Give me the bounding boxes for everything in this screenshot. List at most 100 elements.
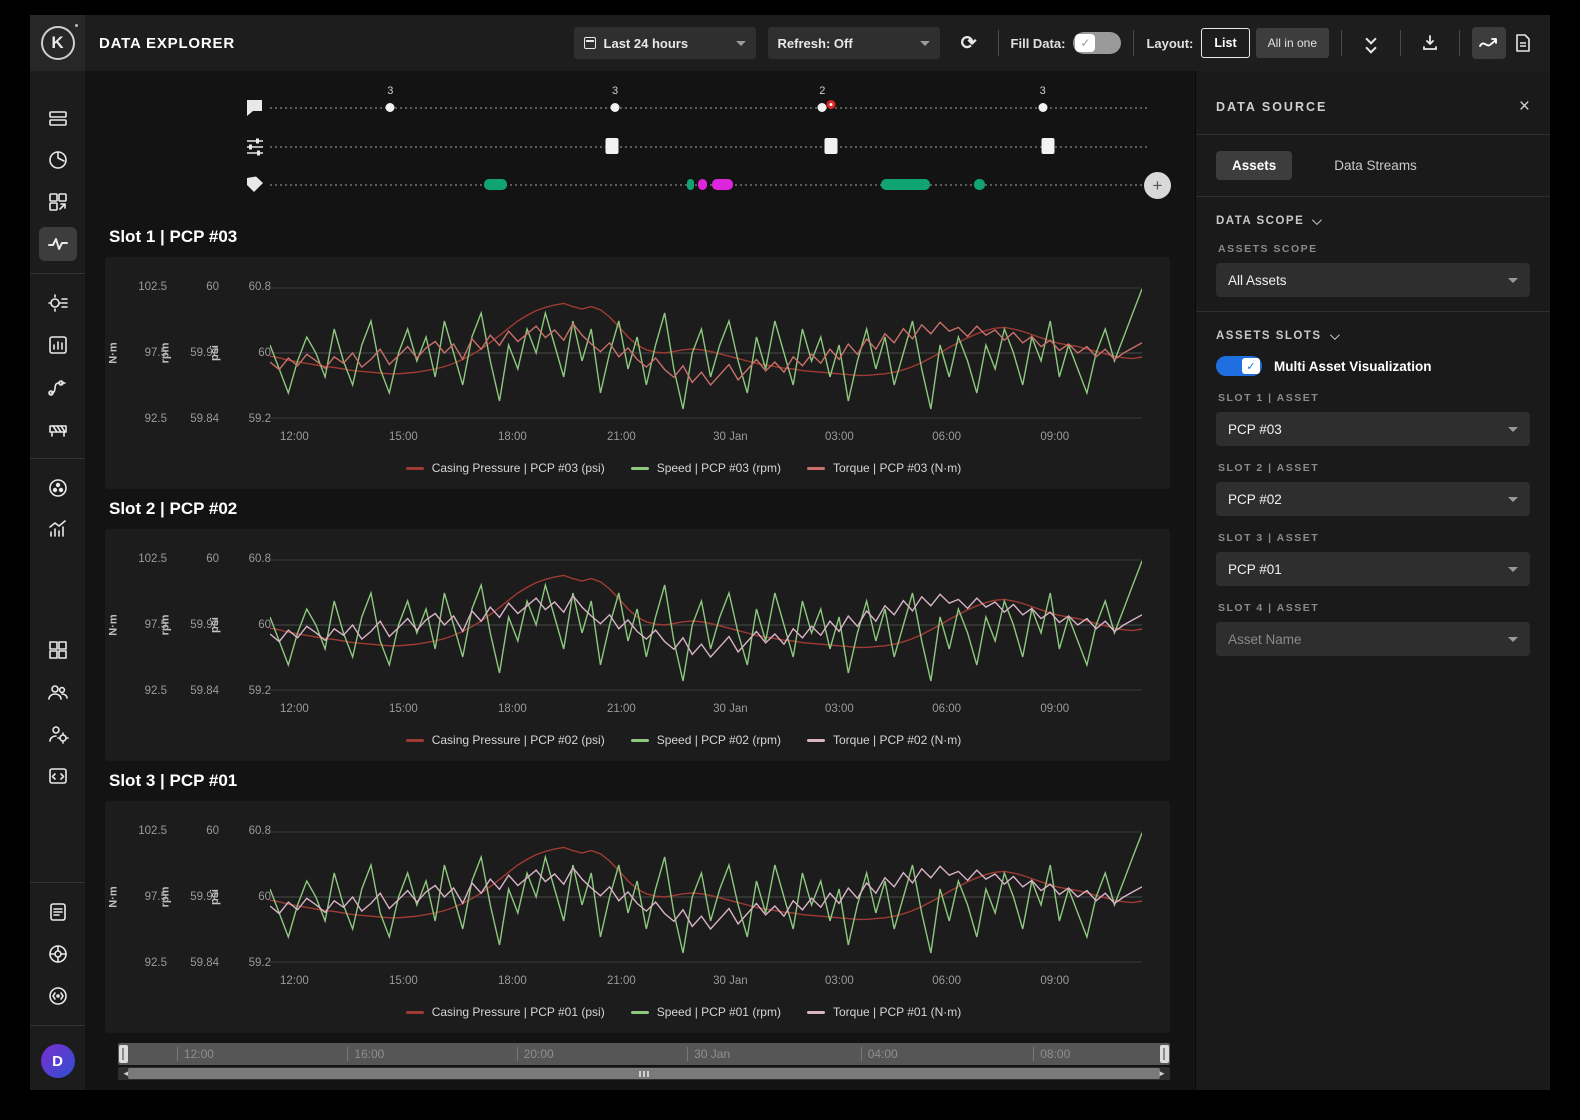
sidebar-item-docs[interactable]: [39, 895, 77, 929]
legend-item[interactable]: Torque | PCP #01 (N·m): [807, 1005, 961, 1019]
tag-segment[interactable]: [881, 179, 930, 190]
tags-icon: [245, 175, 264, 199]
legend-item[interactable]: Speed | PCP #01 (rpm): [631, 1005, 781, 1019]
refresh-select[interactable]: Refresh: Off: [768, 27, 940, 59]
timeline-track: [270, 184, 1148, 186]
range-band[interactable]: 12:0016:0020:0030 Jan04:0008:00: [118, 1043, 1170, 1065]
tag-segment[interactable]: [974, 179, 985, 190]
event-marker[interactable]: [386, 103, 395, 112]
sidebar-item-dashboards[interactable]: [39, 185, 77, 219]
assets-scope-select[interactable]: All Assets: [1216, 263, 1530, 297]
legend-label: Speed | PCP #03 (rpm): [657, 461, 781, 475]
download-button[interactable]: [1413, 27, 1447, 59]
sidebar-item-support[interactable]: [39, 937, 77, 971]
tab-assets[interactable]: Assets: [1216, 151, 1292, 180]
x-axis-labels: 12:0015:0018:0021:0030 Jan03:0006:0009:0…: [270, 969, 1142, 995]
sidebar-item-developer[interactable]: [39, 759, 77, 793]
legend-swatch: [406, 1011, 424, 1014]
legend-item[interactable]: Torque | PCP #02 (N·m): [807, 733, 961, 747]
control-icon: [47, 477, 69, 499]
tag-segment[interactable]: [484, 179, 507, 190]
slot-1-asset-select[interactable]: PCP #03: [1216, 412, 1530, 446]
horizontal-scrollbar[interactable]: ◄ ►: [118, 1067, 1170, 1080]
routes-icon: [47, 376, 69, 398]
sidebar-item-analytics[interactable]: [39, 513, 77, 547]
sidebar-item-control[interactable]: [39, 471, 77, 505]
slot-3-asset-select[interactable]: PCP #01: [1216, 552, 1530, 586]
legend-item[interactable]: Casing Pressure | PCP #02 (psi): [406, 733, 605, 747]
legend-item[interactable]: Casing Pressure | PCP #03 (psi): [406, 461, 605, 475]
x-tick-label: 06:00: [932, 431, 961, 443]
tab-data-streams[interactable]: Data Streams: [1318, 151, 1433, 180]
user-avatar[interactable]: D: [41, 1044, 75, 1078]
assets-slots-header[interactable]: ASSETS SLOTS: [1216, 312, 1530, 346]
slot-2-asset-select[interactable]: PCP #02: [1216, 482, 1530, 516]
refresh-button[interactable]: ⟳: [952, 27, 986, 59]
axis-unit-label: psi: [209, 617, 221, 633]
chevron-down-icon: [1508, 278, 1518, 283]
layout-all-in-one-button[interactable]: All in one: [1256, 28, 1329, 58]
sidebar-item-asset-config[interactable]: [39, 286, 77, 320]
dashboards-icon: [47, 191, 69, 213]
sidebar-item-production[interactable]: [39, 101, 77, 135]
data-scope-header[interactable]: DATA SCOPE: [1216, 197, 1530, 231]
sidebar-item-reports[interactable]: [39, 328, 77, 362]
axis-unit-label: rpm: [159, 887, 171, 908]
slot-4-asset-select[interactable]: Asset Name: [1216, 622, 1530, 656]
plot-area[interactable]: [270, 559, 1142, 691]
legend-item[interactable]: Torque | PCP #03 (N·m): [807, 461, 961, 475]
range-handle-right[interactable]: [1160, 1045, 1169, 1063]
legend-item[interactable]: Casing Pressure | PCP #01 (psi): [406, 1005, 605, 1019]
add-annotation-button[interactable]: +: [1144, 172, 1171, 199]
legend-item[interactable]: Speed | PCP #03 (rpm): [631, 461, 781, 475]
tag-segment[interactable]: [687, 179, 694, 190]
sidebar-item-maintenance[interactable]: [39, 412, 77, 446]
api-icon: [47, 985, 69, 1007]
comments-icon: [245, 98, 264, 122]
fill-data-toggle[interactable]: ✓: [1073, 32, 1121, 54]
plot-area[interactable]: [270, 287, 1142, 419]
alert-marker[interactable]: [827, 100, 836, 109]
sidebar-item-users[interactable]: [39, 675, 77, 709]
download-icon: [1421, 34, 1439, 52]
event-count: 3: [387, 85, 393, 97]
event-marker[interactable]: [825, 138, 838, 154]
plot-area[interactable]: [270, 831, 1142, 963]
sidebar-item-apps[interactable]: [39, 633, 77, 667]
event-marker[interactable]: [606, 138, 619, 154]
report-button[interactable]: [1506, 27, 1540, 59]
x-axis-labels: 12:0015:0018:0021:0030 Jan03:0006:0009:0…: [270, 425, 1142, 451]
sidebar-item-user-admin[interactable]: [39, 717, 77, 751]
event-marker[interactable]: [818, 103, 827, 112]
tag-segment[interactable]: [698, 179, 707, 190]
event-count: 3: [612, 85, 618, 97]
scrollbar-thumb[interactable]: [128, 1068, 1160, 1079]
app-logo[interactable]: K: [30, 15, 85, 71]
collapse-all-button[interactable]: [1354, 27, 1388, 59]
event-marker[interactable]: [611, 103, 620, 112]
sidebar-item-routes[interactable]: [39, 370, 77, 404]
range-handle-left[interactable]: [119, 1045, 128, 1063]
chevron-down-icon: [1330, 330, 1340, 340]
support-icon: [47, 943, 69, 965]
time-range-select[interactable]: Last 24 hours: [574, 27, 756, 59]
multi-asset-toggle[interactable]: ✓: [1216, 356, 1262, 376]
sidebar-item-data-explorer[interactable]: [39, 227, 77, 261]
close-icon[interactable]: ×: [1519, 97, 1530, 116]
chart-title: Slot 3 | PCP #01: [109, 771, 1170, 791]
axis-tick: 60.8: [249, 825, 271, 837]
tag-segment[interactable]: [712, 179, 733, 190]
legend-item[interactable]: Speed | PCP #02 (rpm): [631, 733, 781, 747]
range-label: 12:00: [177, 1047, 214, 1061]
sidebar-item-map[interactable]: [39, 143, 77, 177]
trend-view-button[interactable]: [1472, 27, 1506, 59]
layout-list-button[interactable]: List: [1201, 28, 1249, 58]
sidebar-item-api[interactable]: [39, 979, 77, 1013]
y-axis-psi: psi60.86059.2: [223, 287, 271, 419]
chevron-down-icon: [1312, 215, 1322, 225]
scroll-right-arrow-icon[interactable]: ►: [1158, 1069, 1166, 1078]
event-marker[interactable]: [1041, 138, 1054, 154]
data-explorer-icon: [47, 233, 69, 255]
x-tick-label: 15:00: [389, 431, 418, 443]
event-marker[interactable]: [1038, 103, 1047, 112]
